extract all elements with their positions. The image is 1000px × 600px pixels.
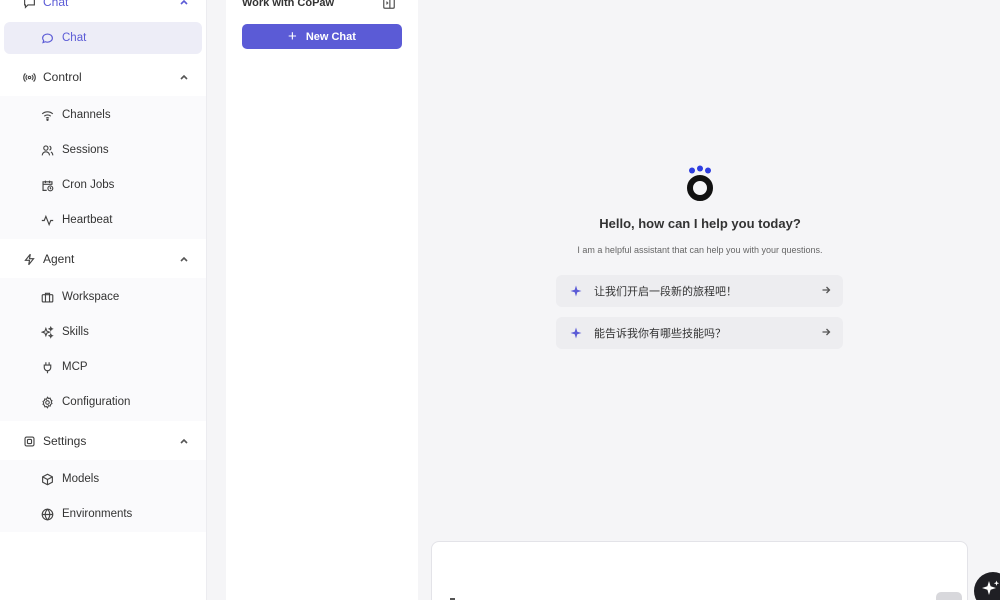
sidebar-item-label: Workspace (62, 291, 120, 303)
chat-bubble-icon (41, 32, 54, 45)
calendar-clock-icon (41, 179, 54, 192)
chevron-up-icon[interactable] (179, 0, 189, 7)
sidebar-item-models[interactable]: Models (4, 463, 202, 495)
sidebar-group-label: Control (43, 70, 82, 84)
sidebar: Chat Chat Control Channels Sessions Cron… (0, 0, 207, 600)
message-input[interactable] (431, 541, 968, 600)
chevron-up-icon[interactable] (179, 72, 189, 82)
sidebar-item-mcp[interactable]: MCP (4, 351, 202, 383)
arrow-right-icon (821, 285, 831, 295)
sidebar-item-sessions[interactable]: Sessions (4, 134, 202, 166)
new-chat-label: New Chat (305, 30, 356, 43)
sidebar-item-environments[interactable]: Environments (4, 498, 202, 530)
globe-icon (41, 507, 54, 521)
chat-bubble-icon (23, 0, 36, 9)
chat-list-title: Work with CoPaw (242, 0, 335, 9)
welcome-greeting: Hello, how can I help you today? (599, 216, 801, 231)
sidebar-item-label: Sessions (62, 144, 109, 156)
box-icon (41, 473, 54, 486)
sidebar-item-label: Channels (62, 109, 111, 121)
sidebar-item-workspace[interactable]: Workspace (4, 281, 202, 313)
sparkle-icon (570, 327, 582, 339)
suggestion-prompt[interactable]: 能告诉我你有哪些技能吗？ (556, 317, 843, 349)
sidebar-item-label: Heartbeat (62, 214, 113, 226)
sidebar-item-label: Models (62, 473, 100, 485)
suggestion-prompt[interactable]: 让我们开启一段新的旅程吧！ (556, 275, 843, 307)
gear-icon (41, 395, 54, 409)
sidebar-item-cron-jobs[interactable]: Cron Jobs (4, 169, 202, 201)
panel-toggle-icon[interactable] (382, 0, 396, 10)
cpu-icon (23, 435, 36, 448)
sidebar-group-control[interactable]: Control (0, 58, 206, 96)
briefcase-icon (41, 291, 54, 304)
activity-icon (41, 214, 54, 227)
plus-icon: + (288, 28, 297, 45)
chevron-up-icon[interactable] (179, 436, 189, 446)
arrow-right-icon (821, 327, 831, 337)
sidebar-item-label: Skills (62, 326, 89, 338)
sidebar-item-label: Configuration (62, 396, 131, 408)
sidebar-group-label: Agent (43, 252, 75, 266)
sidebar-group-settings[interactable]: Settings (0, 422, 206, 460)
sidebar-group-chat[interactable]: Chat (0, 0, 206, 21)
users-icon (41, 144, 54, 157)
sparkles-icon (41, 325, 54, 339)
right-gutter (982, 0, 1000, 600)
sparkle-icon (570, 285, 582, 297)
broadcast-icon (23, 71, 36, 84)
sidebar-item-label: Environments (62, 508, 133, 520)
send-button[interactable] (936, 592, 962, 600)
sidebar-item-skills[interactable]: Skills (4, 316, 202, 348)
welcome-subtitle: I am a helpful assistant that can help y… (577, 245, 823, 255)
chat-list-panel: Work with CoPaw + New Chat (226, 0, 418, 600)
new-chat-button[interactable]: + New Chat (242, 24, 402, 49)
sidebar-item-configuration[interactable]: Configuration (4, 386, 202, 418)
sidebar-item-channels[interactable]: Channels (4, 99, 202, 131)
sidebar-group-agent[interactable]: Agent (0, 240, 206, 278)
plug-icon (41, 361, 54, 374)
sidebar-group-label: Settings (43, 434, 87, 448)
sidebar-item-label: MCP (62, 361, 88, 373)
suggestion-text: 让我们开启一段新的旅程吧！ (594, 286, 737, 298)
sidebar-item-chat[interactable]: Chat (4, 22, 202, 54)
chevron-up-icon[interactable] (179, 254, 189, 264)
sidebar-item-label: Cron Jobs (62, 179, 115, 191)
suggestion-text: 能告诉我你有哪些技能吗？ (594, 328, 726, 340)
sidebar-group-label: Chat (43, 0, 69, 9)
sidebar-item-heartbeat[interactable]: Heartbeat (4, 204, 202, 236)
sidebar-item-label: Chat (62, 32, 87, 44)
wifi-icon (41, 109, 54, 122)
zap-icon (23, 253, 36, 266)
copaw-logo (685, 164, 715, 204)
